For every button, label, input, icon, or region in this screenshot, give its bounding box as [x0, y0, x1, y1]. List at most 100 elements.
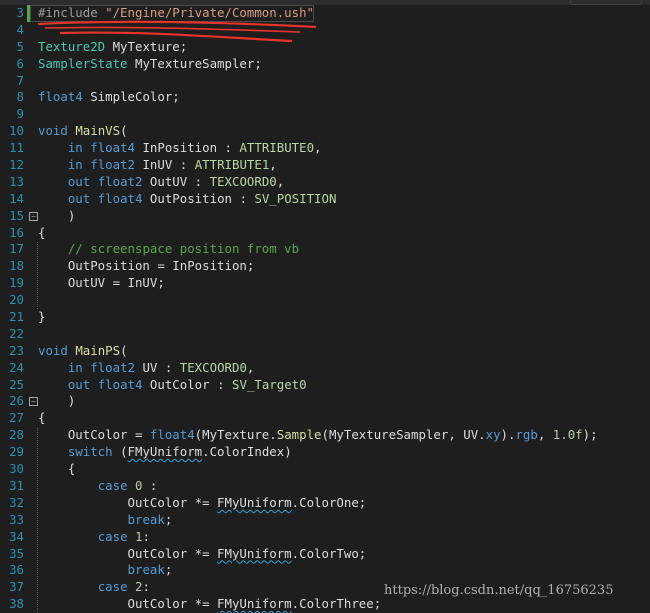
- code-line[interactable]: 35 OutColor *= FMyUniform.ColorTwo;: [0, 546, 650, 563]
- code-content: break;: [38, 512, 172, 529]
- keyword-token: rgb: [515, 427, 537, 442]
- indent-guide: [37, 428, 39, 613]
- identifier-token: FMyUniform: [128, 444, 203, 459]
- code-text: [90, 377, 97, 392]
- keyword-token: out: [68, 174, 90, 189]
- code-line[interactable]: 24 in float2 UV : TEXCOORD0,: [0, 360, 650, 377]
- code-content: case 0 :: [38, 478, 157, 495]
- code-content: void MainPS(: [38, 343, 128, 360]
- code-line[interactable]: 22: [0, 326, 650, 343]
- code-text: {: [38, 461, 75, 476]
- code-line[interactable]: 29 switch (FMyUniform.ColorIndex): [0, 444, 650, 461]
- code-text: OutUV :: [142, 174, 209, 189]
- code-content: OutColor = float4(MyTexture.Sample(MyTex…: [38, 427, 598, 444]
- code-line[interactable]: 26− ): [0, 393, 650, 410]
- line-number: 13: [0, 174, 24, 191]
- code-line[interactable]: 31 case 0 :: [0, 478, 650, 495]
- line-number: 29: [0, 444, 24, 461]
- code-line[interactable]: 36 break;: [0, 562, 650, 579]
- code-text: (: [120, 343, 127, 358]
- line-number: 14: [0, 191, 24, 208]
- keyword-token: in: [68, 140, 83, 155]
- code-content: out float4 OutColor : SV_Target0: [38, 377, 307, 394]
- keyword-token: in: [68, 157, 83, 172]
- code-text: [128, 579, 135, 594]
- code-line[interactable]: 11 in float4 InPosition : ATTRIBUTE0,: [0, 140, 650, 157]
- code-text: OutColor :: [142, 377, 232, 392]
- number-token: 1.0f: [553, 427, 583, 442]
- keyword-token: case: [98, 478, 128, 493]
- code-line[interactable]: 13 out float2 OutUV : TEXCOORD0,: [0, 174, 650, 191]
- keyword-token: break: [128, 562, 165, 577]
- semantic-token: SV_Target0: [232, 377, 307, 392]
- code-line[interactable]: 5Texture2D MyTexture;: [0, 39, 650, 56]
- code-line[interactable]: 8float4 SimpleColor;: [0, 89, 650, 106]
- code-line[interactable]: 20: [0, 292, 650, 309]
- code-line[interactable]: 27{: [0, 410, 650, 427]
- code-line[interactable]: 21}: [0, 309, 650, 326]
- code-text: ).: [501, 427, 516, 442]
- code-line[interactable]: 16 {: [0, 225, 650, 242]
- code-text: (: [113, 444, 128, 459]
- code-line[interactable]: 23void MainPS(: [0, 343, 650, 360]
- code-text: [128, 529, 135, 544]
- code-text: InUV :: [135, 157, 195, 172]
- line-number: 26: [0, 393, 24, 410]
- code-content: {: [38, 461, 75, 478]
- code-line[interactable]: 17 // screenspace position from vb: [0, 241, 650, 258]
- keyword-token: void: [38, 343, 68, 358]
- code-text: ,: [269, 157, 276, 172]
- keyword-token: break: [128, 512, 165, 527]
- code-text: {: [38, 225, 45, 240]
- keyword-token: void: [38, 123, 68, 138]
- code-content: SamplerState MyTextureSampler;: [38, 56, 262, 73]
- code-line[interactable]: 9: [0, 106, 650, 123]
- line-number: 3: [0, 5, 24, 22]
- line-number: 25: [0, 377, 24, 394]
- code-text: .ColorThree;: [292, 596, 382, 611]
- code-line[interactable]: 6SamplerState MyTextureSampler;: [0, 56, 650, 73]
- code-text: [38, 529, 98, 544]
- semantic-token: ATTRIBUTE0: [239, 140, 314, 155]
- line-number: 16: [0, 225, 24, 242]
- code-line[interactable]: 10void MainVS(: [0, 123, 650, 140]
- code-line[interactable]: 28 OutColor = float4(MyTexture.Sample(My…: [0, 427, 650, 444]
- code-line[interactable]: 30 {: [0, 461, 650, 478]
- code-text: [90, 191, 97, 206]
- code-text: [38, 241, 68, 256]
- code-text: [38, 444, 68, 459]
- collapse-toggle-icon[interactable]: −: [29, 397, 38, 406]
- code-line[interactable]: 33 break;: [0, 512, 650, 529]
- code-text: MyTexture;: [105, 39, 187, 54]
- code-text: OutPosition = InPosition;: [38, 258, 254, 273]
- code-text: [38, 157, 68, 172]
- line-number: 17: [0, 241, 24, 258]
- code-text: UV :: [135, 360, 180, 375]
- line-number: 32: [0, 495, 24, 512]
- code-line[interactable]: 19 OutUV = InUV;: [0, 275, 650, 292]
- code-text: ): [38, 393, 75, 408]
- code-line[interactable]: 32 OutColor *= FMyUniform.ColorOne;: [0, 495, 650, 512]
- indent-guide: [37, 242, 39, 310]
- code-text: :: [142, 579, 149, 594]
- code-text: MyTextureSampler;: [128, 56, 262, 71]
- code-line[interactable]: 4: [0, 22, 650, 39]
- code-content: OutUV = InUV;: [38, 275, 165, 292]
- code-line[interactable]: 38 OutColor *= FMyUniform.ColorThree;: [0, 596, 650, 613]
- keyword-token: float2: [98, 174, 143, 189]
- code-line[interactable]: 14 out float4 OutPosition : SV_POSITION: [0, 191, 650, 208]
- semantic-token: TEXCOORD0: [180, 360, 247, 375]
- line-number: 4: [0, 22, 24, 39]
- code-line[interactable]: 34 case 1:: [0, 529, 650, 546]
- code-line[interactable]: 12 in float2 InUV : ATTRIBUTE1,: [0, 157, 650, 174]
- code-line[interactable]: 7: [0, 73, 650, 90]
- code-line[interactable]: 25 out float4 OutColor : SV_Target0: [0, 377, 650, 394]
- code-line[interactable]: 15− ): [0, 208, 650, 225]
- code-content: ): [38, 393, 75, 410]
- keyword-token: case: [98, 579, 128, 594]
- keyword-token: float4: [90, 140, 135, 155]
- collapse-toggle-icon[interactable]: −: [29, 212, 38, 221]
- code-text: );: [583, 427, 598, 442]
- code-line[interactable]: 18 OutPosition = InPosition;: [0, 258, 650, 275]
- semantic-token: TEXCOORD0: [210, 174, 277, 189]
